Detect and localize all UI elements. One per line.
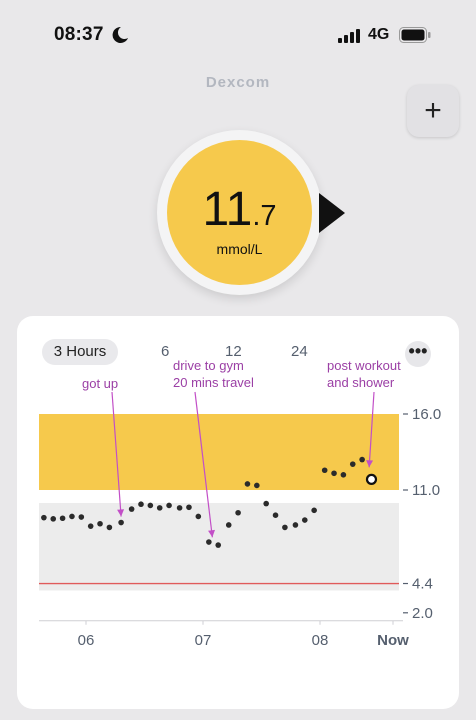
add-event-button[interactable]: + [407,85,459,137]
y-tick-label: 2.0 [412,605,433,622]
glucose-point [176,505,183,511]
glucose-unit: mmol/L [216,241,263,257]
glucose-point [331,470,337,477]
network-type: 4G [368,26,390,43]
glucose-point [263,500,269,507]
glucose-point [292,522,299,528]
glucose-value-integer: 11 [202,183,253,236]
signal-icon [338,29,360,43]
glucose-point [69,513,75,520]
glucose-point [206,539,212,545]
glucose-point [282,524,288,531]
annotation-text: and shower [327,375,395,390]
glucose-point [349,461,356,467]
brand-logo: Dexcom [205,74,271,91]
glucose-point [50,516,57,522]
high-range-band [39,414,399,490]
glucose-point [97,520,103,527]
glucose-point [156,505,163,511]
annotation-text: drive to gym [173,358,244,373]
glucose-reading: 11.7 mmol/L [157,130,347,295]
x-tick-label: Now [377,632,409,649]
reading-circle: 11.7 mmol/L [167,140,312,285]
glucose-point [225,522,232,528]
glucose-point [166,502,172,509]
glucose-point [195,513,202,520]
glucose-point [186,504,192,511]
glucose-graph-card: 3 Hours 6 12 24 ••• 16.0 11.0 4.4 2.0 06 07 08… [17,316,459,709]
glucose-point [87,523,94,529]
y-tick-label: 16.0 [412,406,441,423]
current-glucose-point [365,473,378,485]
x-tick-label: 07 [195,632,212,649]
glucose-point [128,506,135,512]
status-bar: 08:37 4G [0,0,476,70]
glucose-point [254,482,260,489]
glucose-point [235,509,241,516]
glucose-point [340,472,347,478]
x-tick-label: 08 [312,632,329,649]
glucose-point [301,517,308,523]
glucose-point [138,501,144,508]
glucose-value-decimal: .7 [252,200,277,232]
glucose-point [78,514,85,520]
glucose-point [215,542,222,548]
trend-arrow-icon [319,193,345,233]
glucose-point [359,456,365,463]
y-tick-label: 11.0 [412,482,440,499]
glucose-point [244,481,251,487]
x-tick-label: 06 [78,632,95,649]
annotation-text: post workout [327,358,401,373]
glucose-point [59,515,66,522]
moon-icon [112,26,128,43]
y-tick-label: 4.4 [412,576,433,593]
annotation-text: got up [82,376,118,391]
battery-icon [399,27,431,43]
glucose-point [106,524,113,531]
glucose-point [147,502,154,509]
glucose-point [311,507,317,514]
glucose-point [118,519,124,526]
reading-ring: 11.7 mmol/L [157,130,322,295]
annotation-text: 20 mins travel [173,375,254,390]
clock-time: 08:37 [54,24,104,45]
glucose-chart: 16.0 11.0 4.4 2.0 06 07 08 Now got up drive to gy… [39,358,441,649]
glucose-point [272,512,279,518]
glucose-value: 11.7 [167,186,312,240]
glucose-point [41,514,47,521]
glucose-point [321,467,328,474]
